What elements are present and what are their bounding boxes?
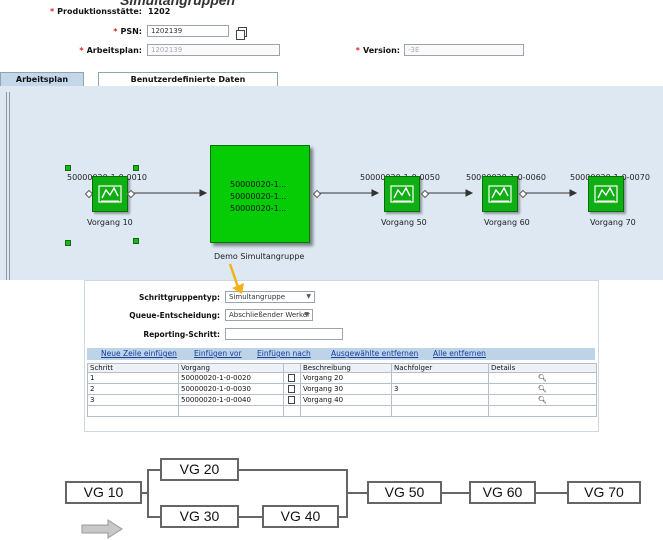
node-label-vorgang-50: Vorgang 50: [381, 218, 427, 227]
ausgewaehlte-entfernen-link[interactable]: Ausgewählte entfernen: [331, 349, 418, 358]
flow-box-vg60: VG 60: [469, 481, 536, 504]
cell-details[interactable]: 🔍︎: [488, 383, 597, 395]
col-header-copy: [283, 363, 301, 373]
tab-bar: Arbeitsplan Benutzerdefinierte Daten: [0, 72, 663, 87]
produktionsstaette-value: 1202: [148, 7, 171, 16]
queue-entscheidung-label: Queue-Entscheidung:: [129, 311, 220, 320]
copy-icon[interactable]: [288, 396, 295, 404]
node-vorgang-10[interactable]: [92, 176, 128, 212]
arbeitsplan-label: * Arbeitsplan:: [79, 46, 142, 55]
cell-copy[interactable]: [283, 372, 301, 384]
table-toolbar: Neue Zeile einfügen Einfügen vor Einfüge…: [87, 348, 595, 360]
copy-icon[interactable]: [236, 27, 247, 40]
version-input[interactable]: -3E: [404, 44, 524, 56]
psn-input[interactable]: 1202139: [147, 25, 229, 37]
gray-arrow-icon: [81, 519, 123, 539]
group-line: 50000020-1...: [230, 204, 287, 213]
node-vorgang-70[interactable]: [588, 176, 624, 212]
schritt-table: Schritt Vorgang Beschreibung Nachfolger …: [87, 363, 597, 417]
selection-handle[interactable]: [65, 240, 71, 246]
cell-beschreibung: Vorgang 40: [300, 394, 392, 406]
cell-vorgang[interactable]: 50000020-1-0-0020: [178, 372, 284, 384]
table-row[interactable]: 1 50000020-1-0-0020 Vorgang 20 🔍︎: [87, 372, 597, 384]
table-row[interactable]: 3 50000020-1-0-0040 Vorgang 40 🔍︎: [87, 394, 597, 406]
copy-icon[interactable]: [288, 374, 295, 382]
reporting-schritt-label: Reporting-Schritt:: [143, 330, 220, 339]
flow-line: [237, 469, 347, 471]
flow-line: [440, 492, 470, 494]
pointer-arrow: [228, 263, 244, 294]
cell-beschreibung: Vorgang 20: [300, 372, 392, 384]
cell-details[interactable]: 🔍︎: [488, 394, 597, 406]
cell-nachfolger[interactable]: [391, 394, 489, 406]
flow-line: [346, 492, 368, 494]
workstation-icon: [594, 185, 618, 203]
table-row-empty[interactable]: [87, 405, 597, 417]
workstation-icon: [98, 185, 122, 203]
col-header-nachfolger: Nachfolger: [391, 363, 489, 373]
selection-handle[interactable]: [65, 165, 71, 171]
selection-handle[interactable]: [133, 165, 139, 171]
flow-line: [147, 516, 161, 518]
cell-schritt[interactable]: 3: [87, 394, 179, 406]
group-label: Demo Simultangruppe: [214, 252, 305, 261]
cell-vorgang[interactable]: 50000020-1-0-0030: [178, 383, 284, 395]
simultangruppe-node[interactable]: 50000020-1... 50000020-1... 50000020-1..…: [210, 145, 310, 243]
flow-line: [534, 492, 568, 494]
psn-label: * PSN:: [113, 27, 142, 36]
neue-zeile-link[interactable]: Neue Zeile einfügen: [101, 349, 177, 358]
col-header-vorgang: Vorgang: [178, 363, 284, 373]
copy-icon[interactable]: [288, 385, 295, 393]
flow-line: [147, 469, 161, 471]
cell-copy[interactable]: [283, 394, 301, 406]
workstation-icon: [390, 185, 414, 203]
flow-box-vg50: VG 50: [367, 481, 442, 504]
group-line: 50000020-1...: [230, 192, 287, 201]
workstation-icon: [488, 185, 512, 203]
magnifier-icon[interactable]: 🔍︎: [538, 385, 547, 393]
produktionsstaette-label: * Produktionsstätte:: [49, 7, 142, 16]
flow-box-vg10: VG 10: [65, 481, 142, 504]
cell-schritt[interactable]: 2: [87, 383, 179, 395]
tab-benutzerdefinierte-daten[interactable]: Benutzerdefinierte Daten: [98, 72, 278, 86]
schrittgruppe-detail-panel: Schrittgruppentyp: Simultangruppe ▼ Queue…: [84, 280, 599, 432]
queue-entscheidung-select[interactable]: Abschließender Werker ▼: [225, 309, 313, 321]
schrittgruppentyp-label: Schrittgruppentyp:: [138, 293, 220, 302]
group-line: 50000020-1...: [230, 180, 287, 189]
table-row[interactable]: 2 50000020-1-0-0030 Vorgang 30 3 🔍︎: [87, 383, 597, 395]
flow-line: [237, 516, 263, 518]
cell-beschreibung: Vorgang 30: [300, 383, 392, 395]
magnifier-icon[interactable]: 🔍︎: [538, 396, 547, 404]
node-vorgang-60[interactable]: [482, 176, 518, 212]
cell-vorgang[interactable]: 50000020-1-0-0040: [178, 394, 284, 406]
einfuegen-nach-link[interactable]: Einfügen nach: [257, 349, 311, 358]
flow-line: [147, 469, 149, 517]
flow-box-vg40: VG 40: [262, 505, 339, 528]
magnifier-icon[interactable]: 🔍︎: [538, 374, 547, 382]
cell-details[interactable]: 🔍︎: [488, 372, 597, 384]
alle-entfernen-link[interactable]: Alle entfernen: [433, 349, 486, 358]
flow-box-vg20: VG 20: [160, 458, 239, 481]
node-label-vorgang-10: Vorgang 10: [87, 218, 133, 227]
cell-schritt[interactable]: 1: [87, 372, 179, 384]
version-label: * Version:: [355, 46, 400, 55]
cell-copy[interactable]: [283, 383, 301, 395]
arbeitsplan-input[interactable]: 1202139: [147, 44, 280, 56]
col-header-beschreibung: Beschreibung: [300, 363, 392, 373]
col-header-schritt: Schritt: [87, 363, 179, 373]
node-vorgang-50[interactable]: [384, 176, 420, 212]
col-header-details: Details: [488, 363, 597, 373]
cell-nachfolger[interactable]: [391, 372, 489, 384]
cell-nachfolger[interactable]: 3: [391, 383, 489, 395]
node-label-vorgang-70: Vorgang 70: [590, 218, 636, 227]
einfuegen-vor-link[interactable]: Einfügen vor: [194, 349, 242, 358]
reporting-schritt-input[interactable]: [225, 328, 343, 340]
tab-arbeitsplan[interactable]: Arbeitsplan: [0, 72, 84, 86]
selection-handle[interactable]: [133, 238, 139, 244]
node-label-vorgang-60: Vorgang 60: [484, 218, 530, 227]
flow-box-vg30: VG 30: [160, 505, 239, 528]
flow-box-vg70: VG 70: [567, 481, 641, 504]
